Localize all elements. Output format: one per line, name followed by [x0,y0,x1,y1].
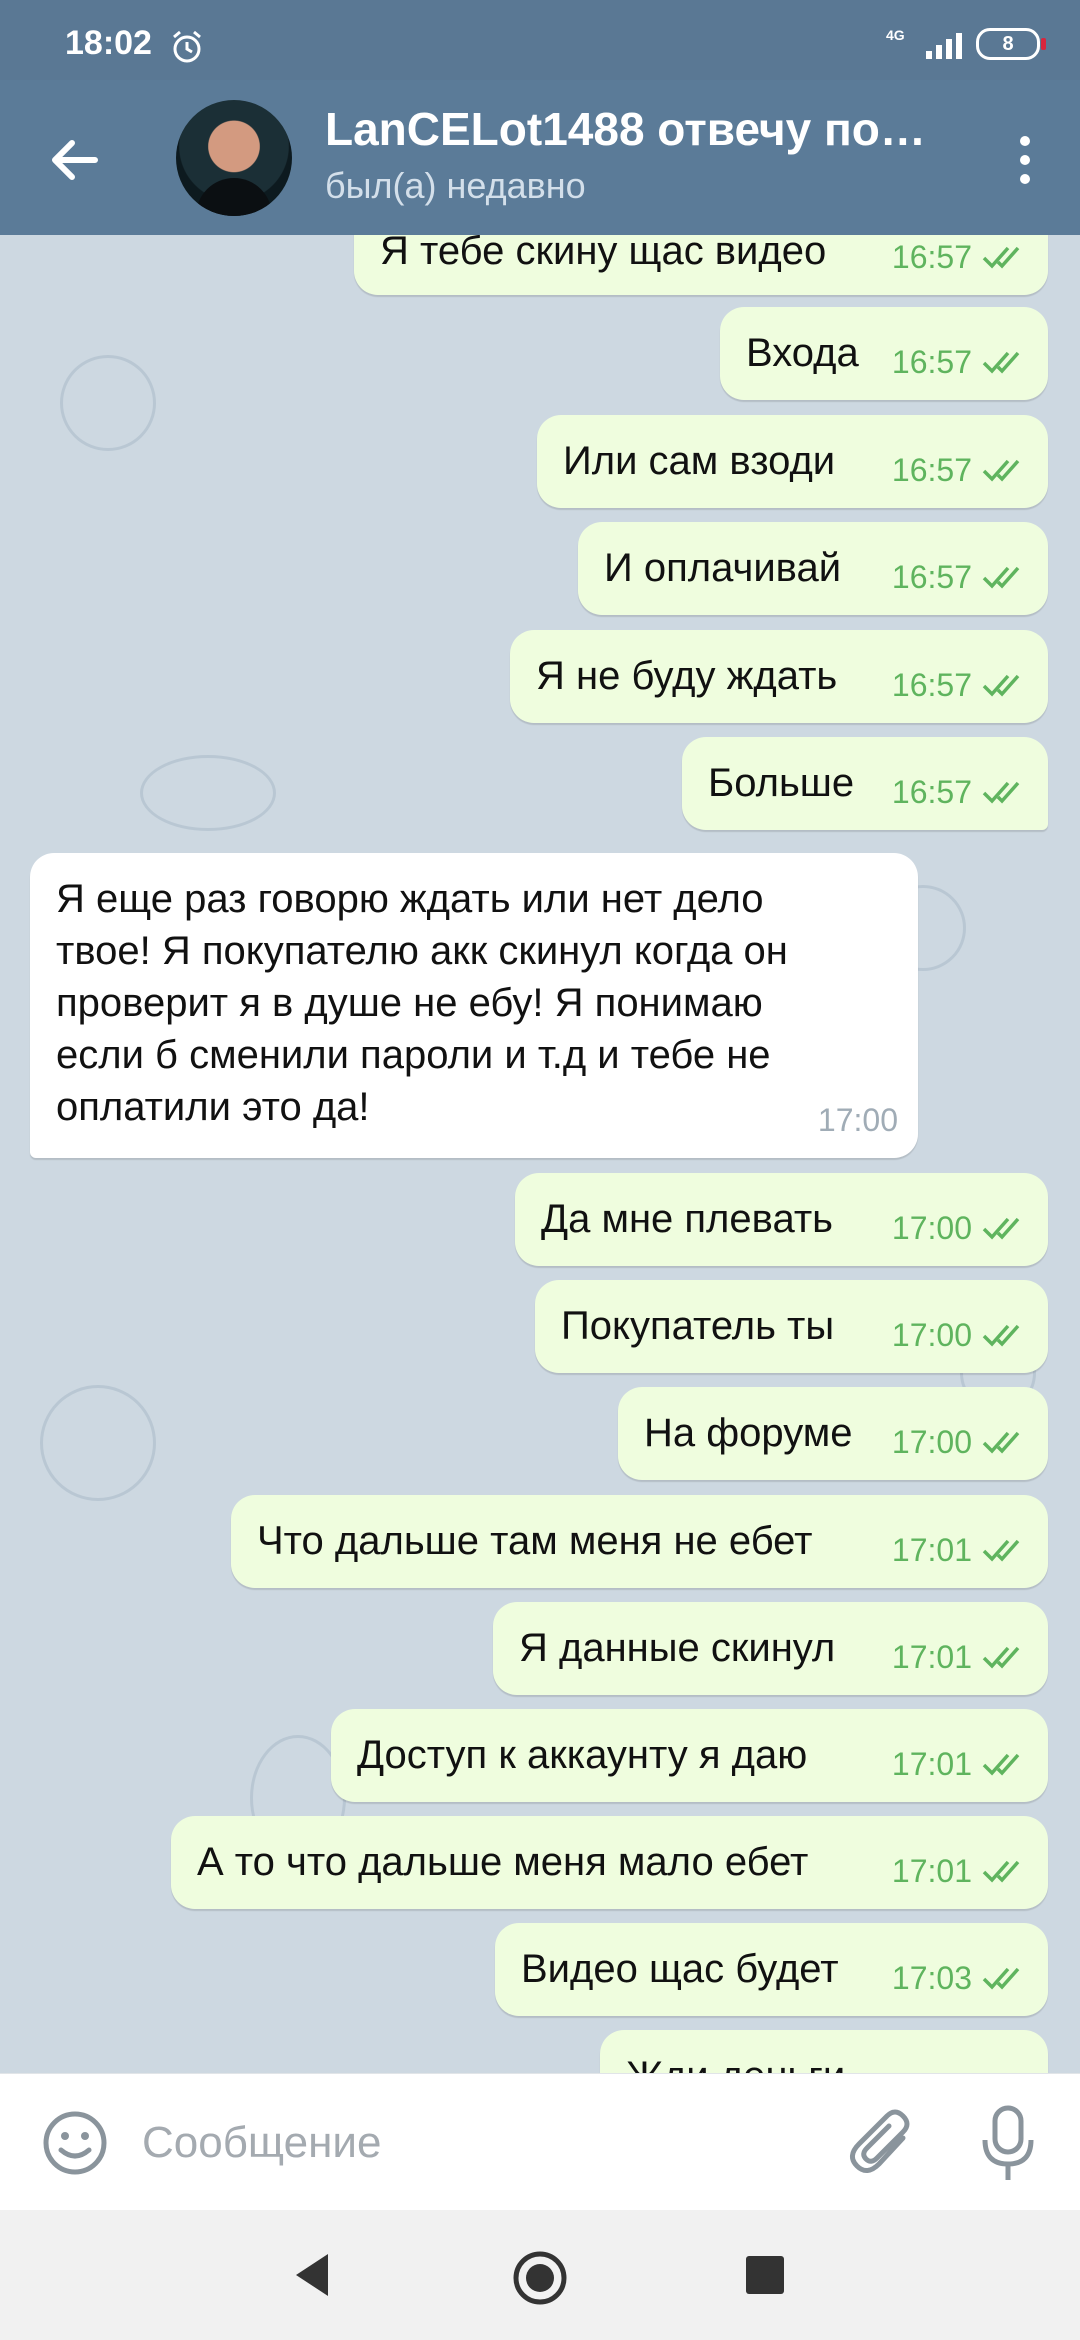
message-text: Входа [746,331,859,375]
message-time: 16:57 [891,452,972,488]
message-bubble-outgoing[interactable]: Больше 16:57 [682,737,1048,830]
back-arrow-icon[interactable] [40,125,110,195]
message-text: Да мне плевать [541,1197,833,1241]
message-bubble-outgoing[interactable]: Что дальше там меня не ебет 17:01 [231,1495,1048,1588]
message-time: 17:00 [817,1102,898,1138]
message-text: Покупатель ты [561,1304,835,1348]
message-bubble-outgoing[interactable]: Покупатель ты 17:00 [535,1280,1048,1373]
message-bubble-outgoing[interactable]: Я данные скинул 17:01 [493,1602,1048,1695]
paperclip-icon[interactable] [845,2104,919,2184]
read-check-icon [982,351,1020,374]
message-bubble-outgoing[interactable]: Или сам взоди 16:57 [537,415,1048,508]
signal-icon: 4G [886,27,962,59]
message-bubble-outgoing[interactable]: А то что дальше меня мало ебет 17:01 [171,1816,1048,1909]
message-text-line: твое! Я покупателю акк скинул когда он [56,929,788,973]
read-check-icon [982,459,1020,482]
message-text-line: Я еще раз говорю ждать или нет дело [56,877,764,921]
message-input[interactable] [140,2112,804,2174]
message-bubble-outgoing[interactable]: Да мне плевать 17:00 [515,1173,1048,1266]
network-type: 4G [886,27,905,43]
smile-icon[interactable] [40,2108,110,2178]
message-time: 17:01 [891,1853,972,1889]
contact-status: был(а) недавно [325,165,586,206]
contact-name[interactable]: LanCELot1488 отвечу по… [325,102,945,156]
contact-avatar[interactable] [176,100,292,216]
message-bubble-incoming[interactable]: Я еще раз говорю ждать или нет дело твое… [30,853,918,1158]
message-time: 17:01 [891,1639,972,1675]
read-check-icon [982,1860,1020,1883]
message-bubble-outgoing[interactable]: Жди деньги [600,2030,1048,2073]
nav-back-icon[interactable] [290,2250,336,2300]
message-bubble-outgoing[interactable]: Входа 16:57 [720,307,1048,400]
read-check-icon [982,1967,1020,1990]
background-doodle [60,355,156,451]
read-check-icon [982,1646,1020,1669]
message-time: 17:00 [891,1210,972,1246]
message-time: 16:57 [891,344,972,380]
message-time: 16:57 [891,774,972,810]
status-bar: 18:02 4G 8 [0,0,1080,80]
read-check-icon [982,1539,1020,1562]
message-bubble-outgoing[interactable]: Я не буду ждать 16:57 [510,630,1048,723]
battery-icon: 8 [976,28,1046,60]
system-navigation-bar [0,2210,1080,2340]
read-check-icon [982,674,1020,697]
message-text: Я данные скинул [519,1626,836,1670]
more-menu-icon[interactable] [1000,125,1050,195]
message-time: 16:57 [891,559,972,595]
message-text: Доступ к аккаунту я даю [357,1733,808,1777]
message-time: 17:00 [891,1317,972,1353]
message-text: И оплачивай [604,546,842,590]
nav-home-icon[interactable] [512,2250,568,2306]
message-time: 16:57 [891,667,972,703]
message-bubble-outgoing[interactable]: Я тебе скину щас видео 16:57 [354,235,1048,295]
message-text: Что дальше там меня не ебет [257,1519,813,1563]
message-text-line: если б сменили пароли и т.д и тебе не [56,1033,771,1077]
message-composer [0,2073,1080,2211]
chat-header: LanCELot1488 отвечу по… был(а) недавно [0,80,1080,235]
read-check-icon [982,1753,1020,1776]
read-check-icon [982,246,1020,269]
battery-level: 8 [1002,32,1014,55]
read-check-icon [982,1431,1020,1454]
nav-recents-icon[interactable] [746,2256,784,2294]
message-list[interactable]: Я тебе скину щас видео 16:57 Входа 16:57… [0,235,1080,2073]
message-text: Больше [708,761,855,805]
message-text: Жди деньги [626,2050,845,2073]
message-text: Видео щас будет [521,1947,839,1991]
read-check-icon [982,1324,1020,1347]
message-time: 17:01 [891,1746,972,1782]
alarm-icon [173,30,201,63]
message-bubble-outgoing[interactable]: На форуме 17:00 [618,1387,1048,1480]
message-time: 17:03 [891,1960,972,1996]
status-time: 18:02 [65,24,152,62]
message-bubble-outgoing[interactable]: Доступ к аккаунту я даю 17:01 [331,1709,1048,1802]
background-doodle [140,755,276,831]
message-text-line: оплатили это да! [56,1085,370,1129]
message-text: А то что дальше меня мало ебет [197,1840,809,1884]
read-check-icon [982,1217,1020,1240]
message-time: 17:01 [891,1532,972,1568]
microphone-icon[interactable] [975,2102,1041,2186]
message-time: 17:00 [891,1424,972,1460]
message-text: Я не буду ждать [536,654,838,698]
message-bubble-outgoing[interactable]: И оплачивай 16:57 [578,522,1048,615]
message-bubble-outgoing[interactable]: Видео щас будет 17:03 [495,1923,1048,2016]
background-doodle [40,1385,156,1501]
message-time: 16:57 [891,239,972,275]
read-check-icon [982,566,1020,589]
message-text: Или сам взоди [563,439,836,483]
message-text-line: проверит я в душе не ебу! Я понимаю [56,981,763,1025]
message-text: Я тебе скину щас видео [380,235,827,273]
read-check-icon [982,781,1020,804]
message-text: На форуме [644,1411,853,1455]
